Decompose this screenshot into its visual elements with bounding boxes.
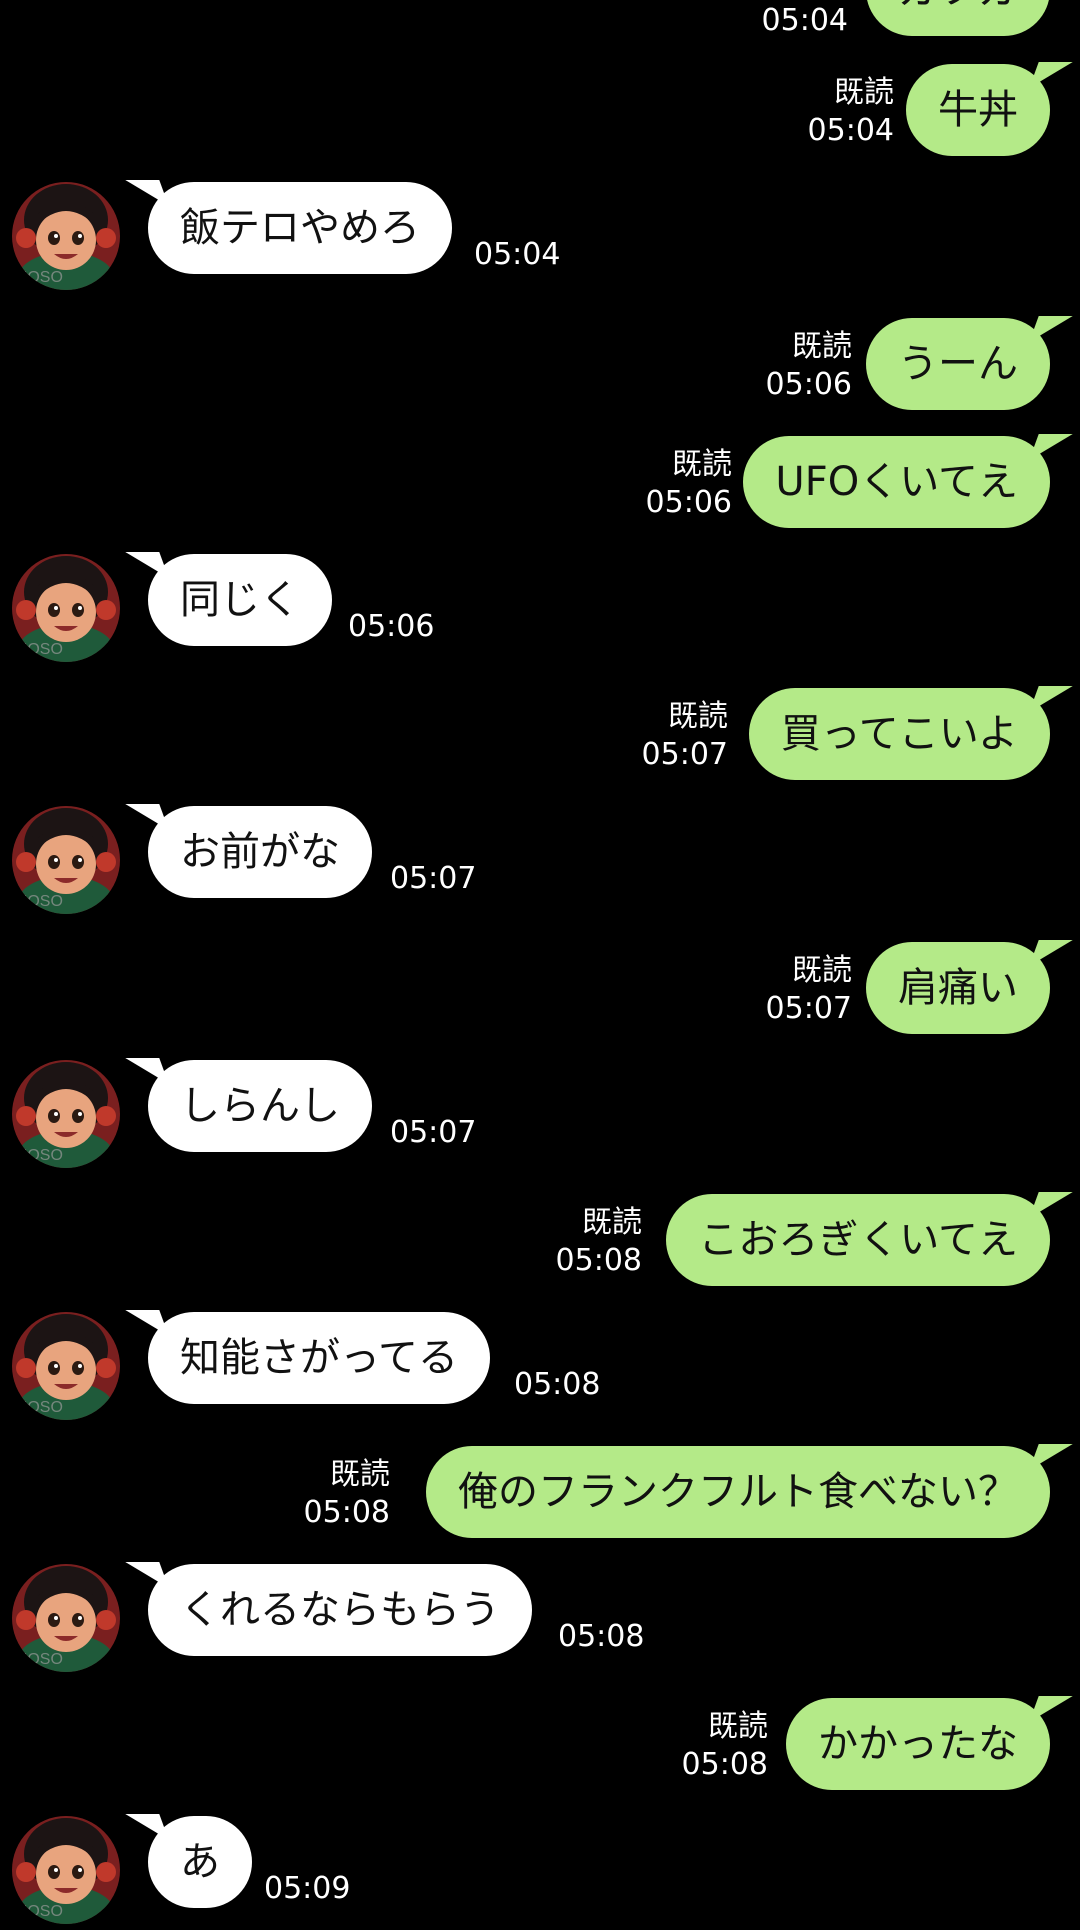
timestamp: 05:06 xyxy=(645,485,732,520)
read-receipt: 既読 xyxy=(582,1205,642,1240)
avatar[interactable]: MOSO xyxy=(12,1060,120,1168)
avatar[interactable]: MOSO xyxy=(12,1564,120,1672)
message-bubble[interactable]: UFOくいてえ xyxy=(743,436,1050,528)
message-bubble[interactable]: うーん xyxy=(866,318,1050,410)
message-meta: 05:04 xyxy=(762,2,848,40)
timestamp: 05:07 xyxy=(641,737,728,772)
read-receipt: 既読 xyxy=(672,447,732,482)
timestamp: 05:08 xyxy=(558,1619,645,1654)
message-meta: 既読 05:08 xyxy=(304,1456,390,1532)
read-receipt: 既読 xyxy=(834,75,894,110)
timestamp: 05:08 xyxy=(303,1495,390,1530)
timestamp: 05:07 xyxy=(390,861,477,896)
timestamp: 05:07 xyxy=(765,991,852,1026)
timestamp: 05:08 xyxy=(514,1367,601,1402)
read-receipt: 既読 xyxy=(792,953,852,988)
message-meta: 既読 05:04 xyxy=(808,74,894,150)
timestamp: 05:06 xyxy=(348,609,435,644)
message-bubble[interactable]: あ xyxy=(148,1816,252,1908)
message-meta: 既読 05:08 xyxy=(682,1708,768,1784)
chat-view[interactable]: ガツガ 05:04 牛丼 既読 05:04 MOSO 飯テロやめろ 05:04 … xyxy=(0,0,1080,1930)
timestamp: 05:09 xyxy=(264,1871,351,1906)
read-receipt: 既読 xyxy=(792,329,852,364)
message-bubble[interactable]: しらんし xyxy=(148,1060,372,1152)
avatar[interactable]: MOSO xyxy=(12,1816,120,1924)
message-bubble[interactable]: こおろぎくいてえ xyxy=(666,1194,1050,1286)
message-bubble[interactable]: 買ってこいよ xyxy=(748,688,1050,780)
message-bubble[interactable]: 牛丼 xyxy=(906,64,1050,156)
cartoon-girl-avatar-icon: MOSO xyxy=(12,554,120,662)
message-bubble[interactable]: 飯テロやめろ xyxy=(148,182,452,274)
avatar[interactable]: MOSO xyxy=(12,554,120,662)
timestamp: 05:08 xyxy=(681,1747,768,1782)
cartoon-girl-avatar-icon: MOSO xyxy=(12,806,120,914)
avatar[interactable]: MOSO xyxy=(12,806,120,914)
avatar[interactable]: MOSO xyxy=(12,182,120,290)
message-meta: 既読 05:07 xyxy=(642,698,728,774)
cartoon-girl-avatar-icon: MOSO xyxy=(12,182,120,290)
timestamp: 05:07 xyxy=(390,1115,477,1150)
timestamp: 05:06 xyxy=(765,367,852,402)
timestamp: 05:04 xyxy=(807,113,894,148)
message-bubble[interactable]: 俺のフランクフルト食べない？ xyxy=(426,1446,1050,1538)
cartoon-girl-avatar-icon: MOSO xyxy=(12,1312,120,1420)
watermark-text: MOSO xyxy=(14,641,63,658)
message-meta: 既読 05:07 xyxy=(766,952,852,1028)
watermark-text: MOSO xyxy=(14,893,63,910)
message-bubble[interactable]: お前がな xyxy=(148,806,372,898)
message-meta: 既読 05:06 xyxy=(766,328,852,404)
watermark-text: MOSO xyxy=(14,1651,63,1668)
read-receipt: 既読 xyxy=(330,1457,390,1492)
message-bubble[interactable]: かかったな xyxy=(786,1698,1050,1790)
cartoon-girl-avatar-icon: MOSO xyxy=(12,1816,120,1924)
message-bubble[interactable]: 肩痛い xyxy=(866,942,1050,1034)
message-bubble[interactable]: ガツガ xyxy=(866,0,1050,36)
watermark-text: MOSO xyxy=(14,1399,63,1416)
cartoon-girl-avatar-icon: MOSO xyxy=(12,1564,120,1672)
message-meta: 既読 05:08 xyxy=(556,1204,642,1280)
message-bubble[interactable]: くれるならもらう xyxy=(148,1564,532,1656)
read-receipt: 既読 xyxy=(668,699,728,734)
timestamp: 05:08 xyxy=(555,1243,642,1278)
message-meta: 既読 05:06 xyxy=(646,446,732,522)
timestamp: 05:04 xyxy=(761,3,848,38)
message-bubble[interactable]: 知能さがってる xyxy=(148,1312,490,1404)
watermark-text: MOSO xyxy=(14,1903,63,1920)
cartoon-girl-avatar-icon: MOSO xyxy=(12,1060,120,1168)
watermark-text: MOSO xyxy=(14,1147,63,1164)
timestamp: 05:04 xyxy=(474,237,561,272)
read-receipt: 既読 xyxy=(708,1709,768,1744)
watermark-text: MOSO xyxy=(14,269,63,286)
avatar[interactable]: MOSO xyxy=(12,1312,120,1420)
message-bubble[interactable]: 同じく xyxy=(148,554,332,646)
